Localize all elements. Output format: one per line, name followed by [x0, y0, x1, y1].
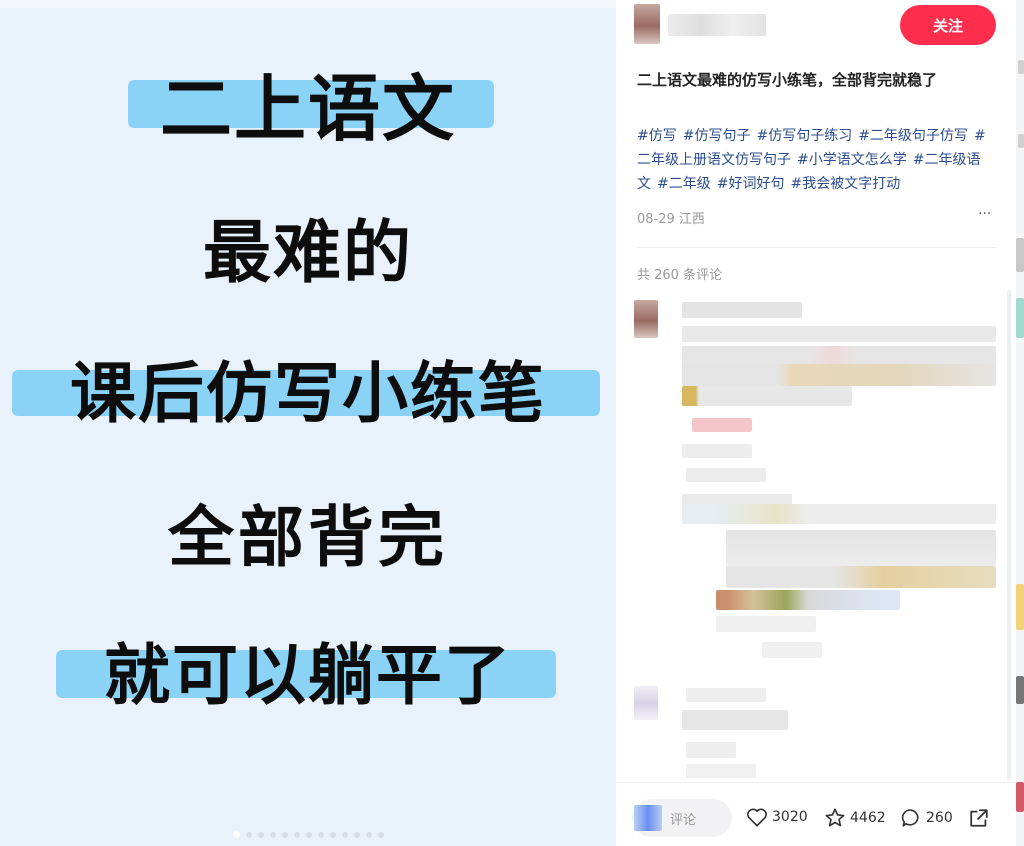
cover-line-1: 二上语文	[159, 67, 456, 151]
slide-dot[interactable]	[353, 832, 360, 838]
tag-link[interactable]: #二年级	[657, 176, 711, 192]
like-button[interactable]: 3020	[746, 807, 808, 827]
tag-link[interactable]: #二年级句子仿写	[858, 128, 968, 144]
reply-meta	[716, 616, 816, 632]
background-page-edge	[1016, 0, 1024, 846]
background-fragment	[1016, 298, 1024, 338]
comment-count-footer: 260	[926, 810, 953, 826]
background-fragment	[1018, 60, 1024, 74]
comment-author[interactable]	[686, 688, 766, 702]
slide-dot[interactable]	[245, 832, 252, 838]
tag-link[interactable]: #小学语文怎么学	[797, 152, 907, 168]
note-cover-image[interactable]: 二上语文 最难的 课后仿写小练笔 全部背完 就可以躺平了	[0, 0, 616, 846]
background-fragment	[1018, 134, 1024, 148]
interaction-bar: 评论 3020 4462 260	[616, 782, 1016, 846]
cover-line-2: 最难的	[202, 214, 413, 293]
divider	[637, 247, 996, 248]
slide-dot[interactable]	[341, 832, 348, 838]
cover-top-strip	[0, 0, 616, 8]
slide-indicator[interactable]	[0, 823, 616, 842]
slide-dot[interactable]	[365, 832, 372, 838]
tag-link[interactable]: #我会被文字打动	[790, 176, 900, 192]
reply-text	[716, 590, 900, 610]
author-name[interactable]	[668, 14, 766, 36]
tag-link[interactable]: #仿写	[637, 128, 677, 144]
cover-line-4: 全部背完	[168, 499, 448, 576]
comment-placeholder: 评论	[670, 813, 697, 828]
comment-input[interactable]: 评论	[632, 799, 732, 837]
comment-meta	[682, 444, 752, 458]
tag-link[interactable]: #好词好句	[717, 176, 785, 192]
like-count: 3020	[772, 809, 808, 825]
slide-dot[interactable]	[377, 832, 384, 838]
commenter-avatar[interactable]	[634, 300, 658, 338]
comments-button[interactable]: 260	[900, 807, 953, 829]
reply-meta	[762, 642, 822, 658]
share-button[interactable]	[968, 807, 994, 829]
cover-line-5: 就可以躺平了	[104, 637, 512, 714]
comment-text	[682, 386, 852, 406]
comment-text	[692, 418, 752, 432]
comment-count: 共 260 条评论	[637, 268, 723, 283]
reply-author[interactable]	[682, 504, 996, 524]
follow-button[interactable]: 关注	[900, 5, 996, 45]
background-fragment	[1016, 238, 1024, 272]
slide-dot[interactable]	[232, 831, 240, 838]
commenter-avatar[interactable]	[634, 686, 658, 720]
collect-count: 4462	[850, 810, 886, 826]
background-fragment	[1016, 782, 1024, 812]
comment-text	[682, 346, 996, 366]
comment-author[interactable]	[682, 302, 802, 318]
reply-text	[726, 530, 996, 566]
background-fragment	[1016, 584, 1024, 630]
star-icon	[825, 808, 845, 827]
note-tags: #仿写 #仿写句子 #仿写句子练习 #二年级句子仿写 #二年级上册语文仿写句子 #小学语文…	[637, 124, 999, 196]
share-icon	[970, 809, 988, 827]
slide-dot[interactable]	[269, 832, 276, 838]
tag-link[interactable]: #仿写句子	[683, 128, 751, 144]
slide-dot[interactable]	[305, 832, 312, 838]
slide-dot[interactable]	[329, 832, 336, 838]
slide-dot[interactable]	[257, 832, 264, 838]
slide-dot[interactable]	[317, 832, 324, 838]
cover-line-3: 课后仿写小练笔	[70, 355, 546, 432]
note-detail-window: 二上语文 最难的 课后仿写小练笔 全部背完 就可以躺平了 关注 二上语文最难的仿…	[0, 0, 1024, 846]
tag-link[interactable]: #仿写句子练习	[756, 128, 852, 144]
comment-text	[682, 710, 788, 730]
note-detail-panel: 关注 二上语文最难的仿写小练笔，全部背完就稳了 #仿写 #仿写句子 #仿写句子练习 #…	[616, 0, 1016, 846]
comment-text	[682, 364, 996, 386]
comment-text	[682, 326, 996, 342]
comment-meta	[686, 468, 766, 482]
comment-meta	[686, 764, 756, 778]
user-avatar	[634, 805, 662, 831]
comments-scrollbar[interactable]	[1007, 290, 1011, 780]
slide-dot[interactable]	[293, 832, 300, 838]
slide-dot[interactable]	[281, 832, 288, 838]
collect-button[interactable]: 4462	[824, 807, 886, 829]
background-fragment	[1016, 676, 1024, 704]
comment-meta	[686, 742, 736, 758]
note-title: 二上语文最难的仿写小练笔，全部背完就稳了	[637, 71, 938, 89]
reply-text	[726, 566, 996, 588]
note-date-location: 08-29 江西	[637, 212, 705, 227]
comment-bubble-icon	[901, 809, 919, 827]
author-avatar[interactable]	[634, 4, 660, 44]
heart-icon	[747, 808, 767, 827]
ellipsis-icon[interactable]: ···	[978, 206, 991, 222]
